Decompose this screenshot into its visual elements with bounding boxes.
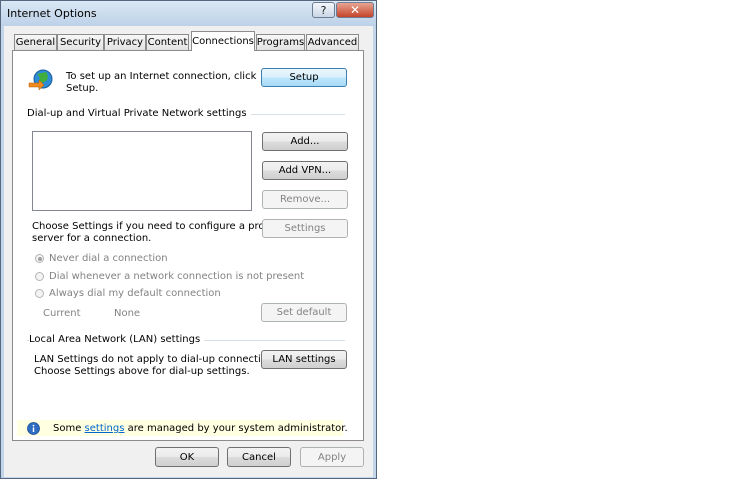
info-icon: [27, 422, 40, 435]
setup-text-line2: Setup.: [66, 83, 99, 94]
cancel-button[interactable]: Cancel: [227, 447, 291, 467]
connections-panel: To set up an Internet connection, click …: [12, 50, 364, 441]
settings-link[interactable]: settings: [85, 423, 125, 434]
close-button[interactable]: ✕: [336, 2, 374, 18]
tab-privacy[interactable]: Privacy: [104, 34, 146, 50]
dialog-client-area: General Security Privacy Content Connect…: [4, 26, 373, 477]
info-bar-text: Some settings are managed by your system…: [53, 423, 348, 434]
tab-security[interactable]: Security: [57, 34, 104, 50]
add-vpn-button[interactable]: Add VPN...: [262, 161, 348, 180]
radio-empty-icon: [35, 272, 44, 281]
tab-programs[interactable]: Programs: [256, 34, 305, 50]
current-label: Current: [43, 308, 81, 319]
current-value: None: [114, 308, 141, 319]
radio-always-dial[interactable]: Always dial my default connection: [35, 288, 221, 299]
dialup-group-label: Dial-up and Virtual Private Network sett…: [27, 108, 251, 119]
tab-content[interactable]: Content: [146, 34, 189, 50]
help-button[interactable]: ?: [312, 2, 335, 18]
tab-general[interactable]: General: [14, 34, 57, 50]
radio-never-dial[interactable]: Never dial a connection: [35, 253, 168, 264]
radio-never-dial-label: Never dial a connection: [49, 253, 168, 264]
tab-advanced[interactable]: Advanced: [306, 34, 359, 50]
settings-button[interactable]: Settings: [262, 219, 348, 238]
radio-selected-icon: [35, 254, 44, 263]
tab-connections[interactable]: Connections: [191, 31, 255, 51]
radio-dial-whenever-label: Dial whenever a network connection is no…: [49, 271, 305, 282]
radio-dial-whenever[interactable]: Dial whenever a network connection is no…: [35, 271, 304, 282]
lan-text-line2: Choose Settings above for dial-up settin…: [34, 366, 250, 377]
admin-info-bar: Some settings are managed by your system…: [17, 420, 348, 436]
lan-text-line1: LAN Settings do not apply to dial-up con…: [34, 354, 282, 365]
remove-button[interactable]: Remove...: [262, 190, 348, 209]
apply-button[interactable]: Apply: [300, 447, 364, 467]
settings-text-line2: server for a connection.: [32, 233, 152, 244]
ok-button[interactable]: OK: [155, 447, 219, 467]
connections-listbox[interactable]: [32, 131, 252, 211]
internet-options-window: Internet Options ? ✕ General Security Pr…: [0, 0, 377, 479]
info-prefix: Some: [53, 423, 85, 434]
setup-button[interactable]: Setup: [261, 68, 347, 87]
lan-settings-button[interactable]: LAN settings: [261, 350, 347, 369]
window-title: Internet Options: [7, 7, 97, 20]
setup-text-line1: To set up an Internet connection, click: [66, 71, 257, 82]
settings-text-line1: Choose Settings if you need to configure…: [32, 221, 277, 232]
set-default-button[interactable]: Set default: [261, 303, 347, 322]
title-bar[interactable]: Internet Options ? ✕: [1, 1, 376, 26]
info-suffix: are managed by your system administrator…: [124, 423, 348, 434]
add-button[interactable]: Add...: [262, 132, 348, 151]
lan-group-label: Local Area Network (LAN) settings: [29, 334, 205, 345]
globe-network-icon: [27, 68, 55, 94]
radio-empty-icon: [35, 289, 44, 298]
radio-always-dial-label: Always dial my default connection: [49, 288, 221, 299]
